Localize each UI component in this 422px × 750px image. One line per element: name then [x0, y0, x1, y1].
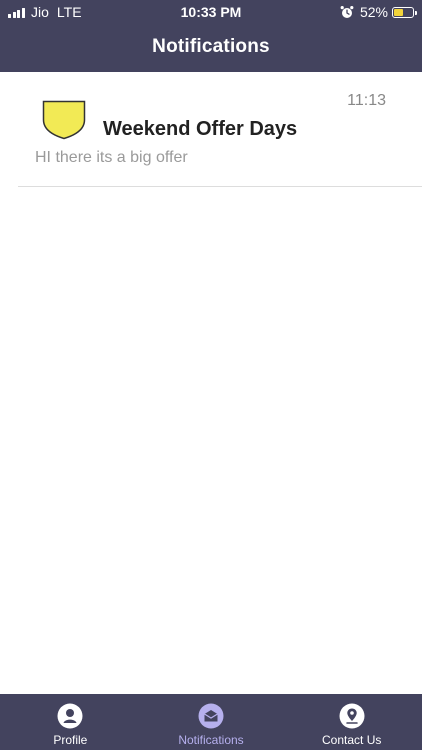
battery-percent: 52%	[359, 4, 388, 20]
profile-icon	[57, 703, 83, 729]
alarm-icon	[340, 6, 354, 18]
notification-item[interactable]: 11:13 Weekend Offer Days HI there its a …	[18, 72, 422, 187]
tab-contact-us[interactable]: Contact Us	[281, 694, 422, 750]
contact-icon	[339, 703, 365, 729]
notification-title: Weekend Offer Days	[103, 118, 298, 140]
tab-notifications-label: Notifications	[178, 733, 244, 747]
tab-profile[interactable]: Profile	[0, 694, 141, 750]
notification-message: HI there its a big offer	[35, 149, 188, 166]
battery-icon	[392, 6, 417, 18]
status-right: 52%	[340, 4, 417, 20]
battery-level-fill	[394, 8, 403, 16]
tab-profile-label: Profile	[53, 733, 88, 747]
notifications-icon	[198, 703, 224, 729]
status-bar: Jio LTE 10:33 PM 52%	[0, 0, 422, 24]
app-header: Jio LTE 10:33 PM 52% Notifications	[0, 0, 422, 72]
bottom-tab-bar: Profile Notifications Contact Us	[0, 694, 422, 750]
tab-notifications[interactable]: Notifications	[141, 694, 282, 750]
tab-contact-us-label: Contact Us	[322, 733, 382, 747]
notification-time: 11:13	[347, 92, 386, 109]
page-title: Notifications	[152, 36, 270, 57]
badge-icon	[42, 100, 86, 140]
